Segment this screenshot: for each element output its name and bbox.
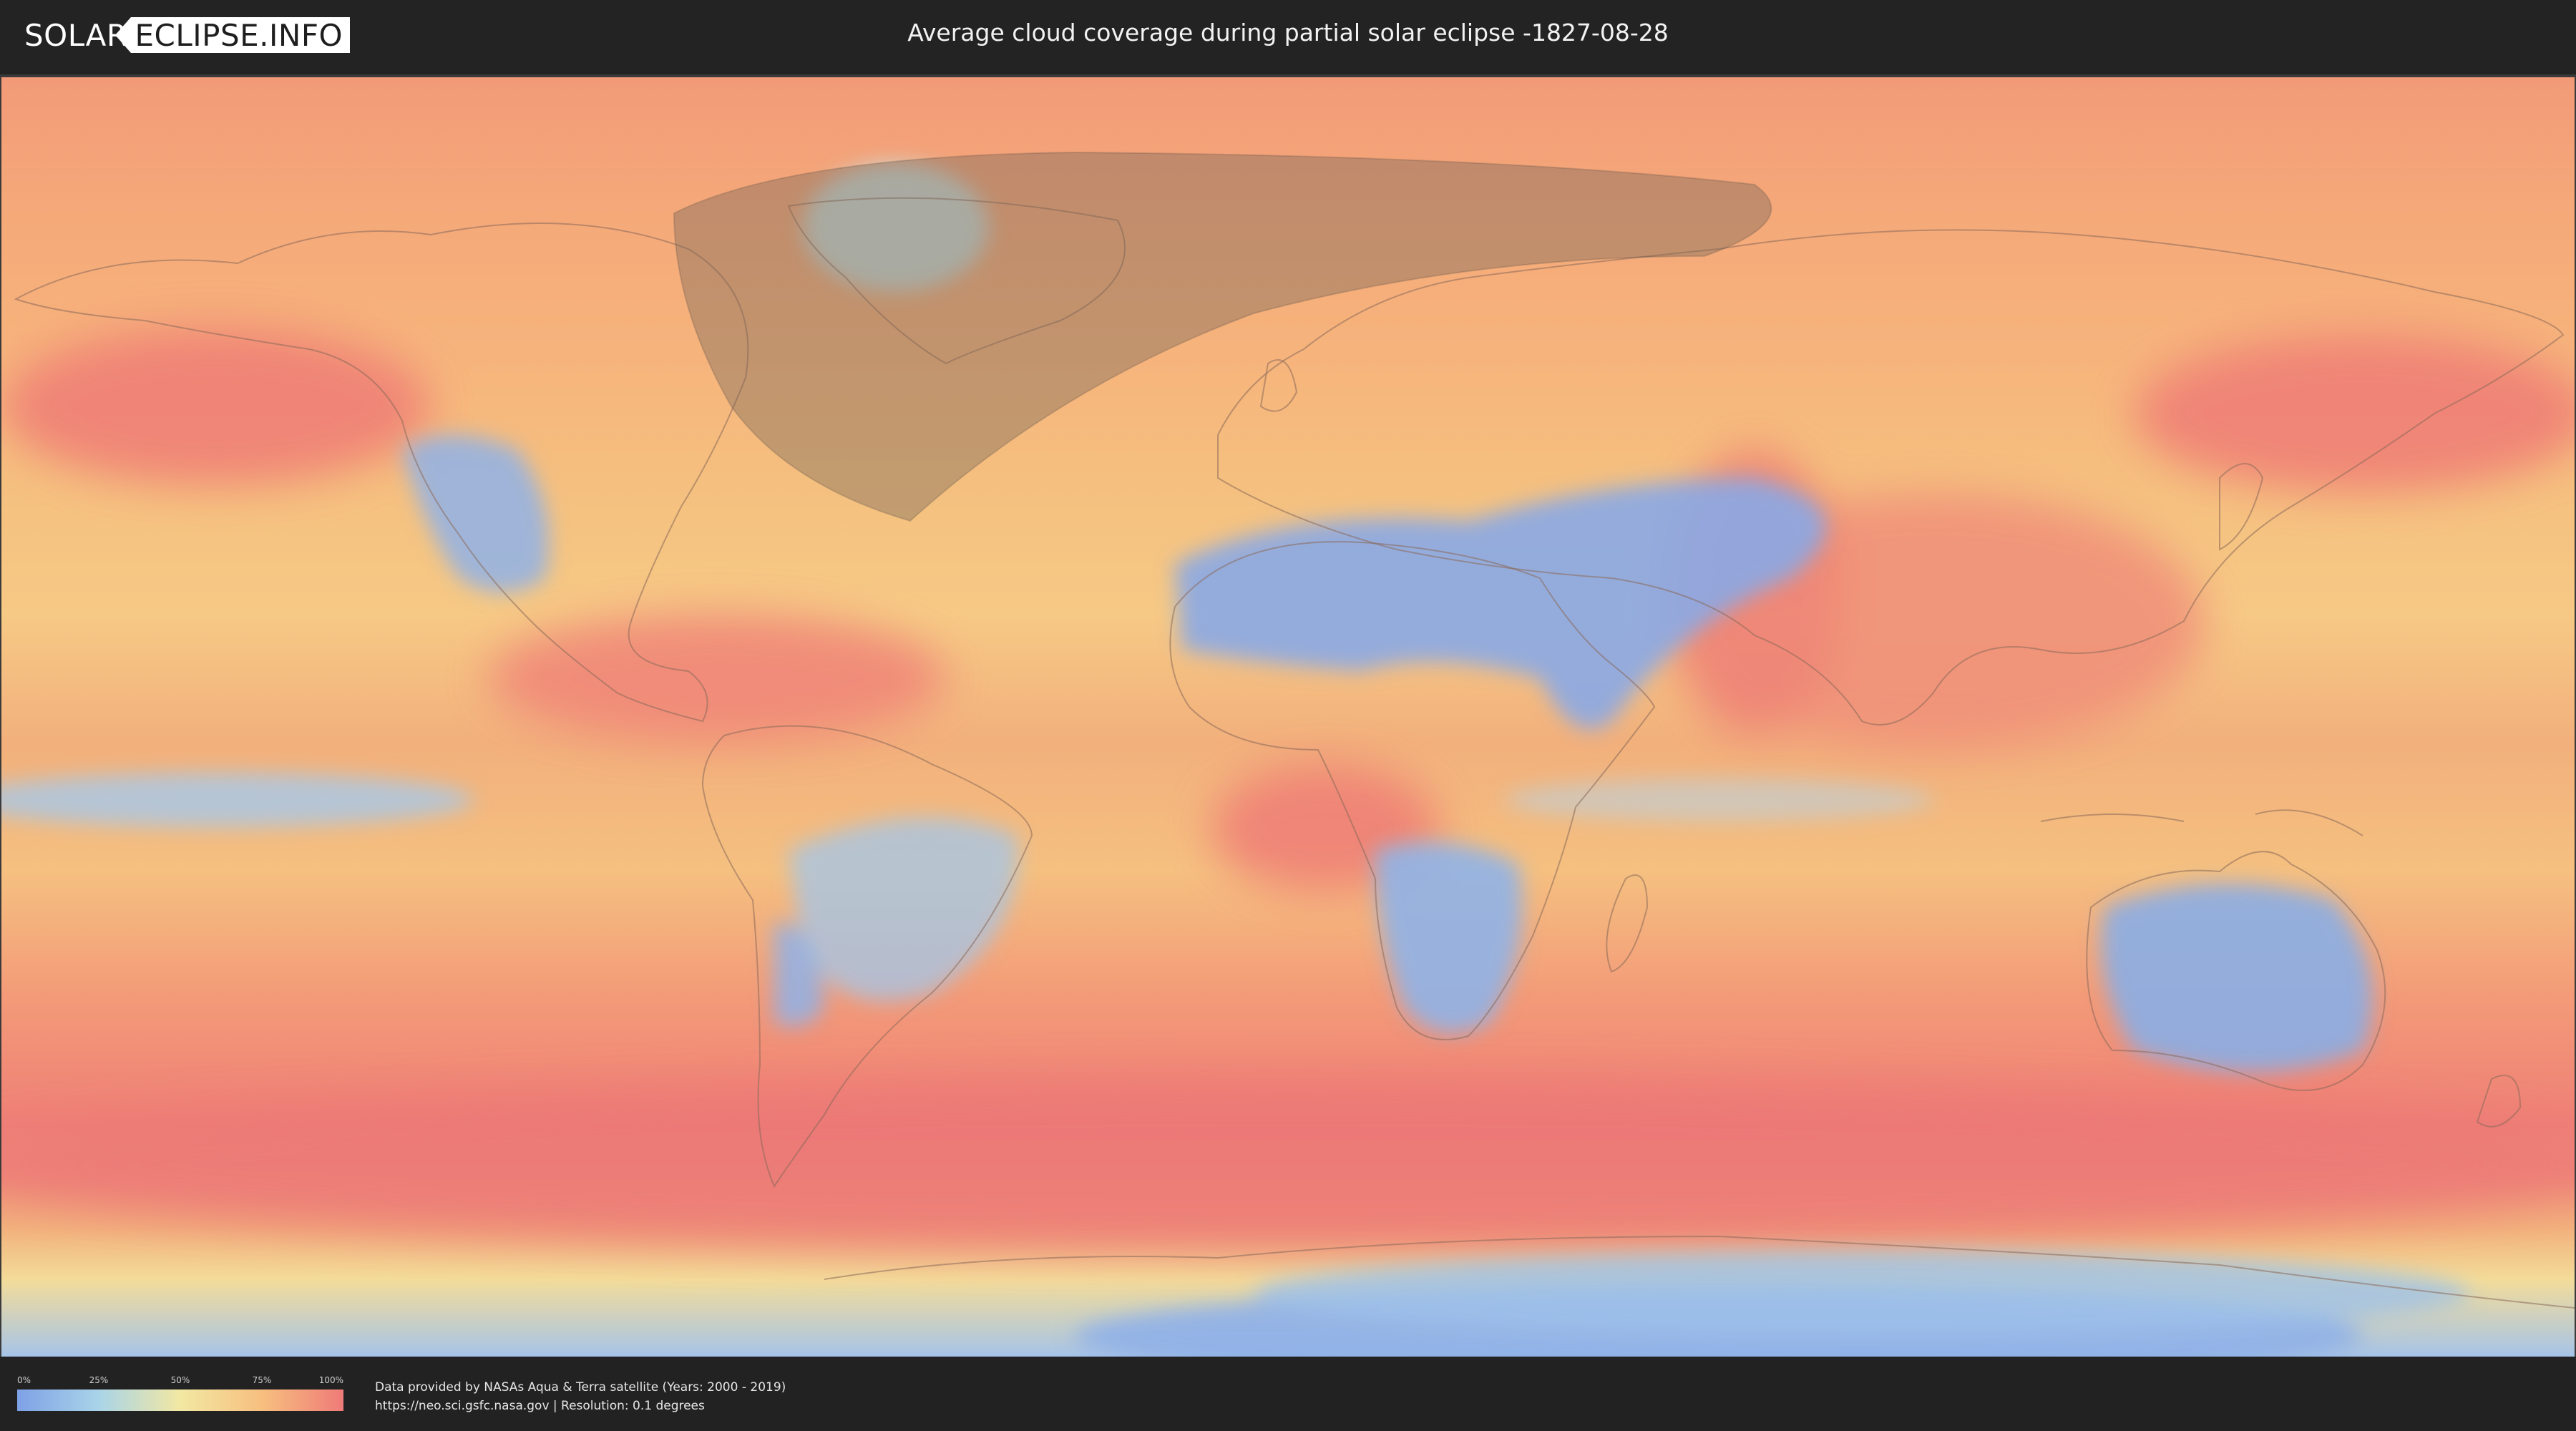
- legend-tick-75: 75%: [252, 1375, 272, 1385]
- legend-tick-0: 0%: [17, 1375, 31, 1385]
- legend-color-bar: [17, 1390, 343, 1411]
- cloud-coverage-legend: 0% 25% 50% 75% 100%: [17, 1375, 343, 1411]
- legend-ticks: 0% 25% 50% 75% 100%: [17, 1375, 343, 1387]
- page-title: Average cloud coverage during partial so…: [907, 19, 1669, 47]
- credits-source-line: Data provided by NASAs Aqua & Terra sate…: [375, 1380, 786, 1395]
- cloud-coverage-map[interactable]: [1, 77, 2575, 1357]
- data-credits: Data provided by NASAs Aqua & Terra sate…: [375, 1378, 786, 1415]
- header-bar: SOLAR ECLIPSE.INFO Average cloud coverag…: [0, 0, 2576, 72]
- legend-tick-25: 25%: [89, 1375, 109, 1385]
- map-frame: [0, 74, 2576, 1357]
- credits-url-line: https://neo.sci.gsfc.nasa.gov | Resoluti…: [375, 1399, 705, 1413]
- legend-tick-100: 100%: [318, 1375, 343, 1385]
- legend-tick-50: 50%: [170, 1375, 190, 1385]
